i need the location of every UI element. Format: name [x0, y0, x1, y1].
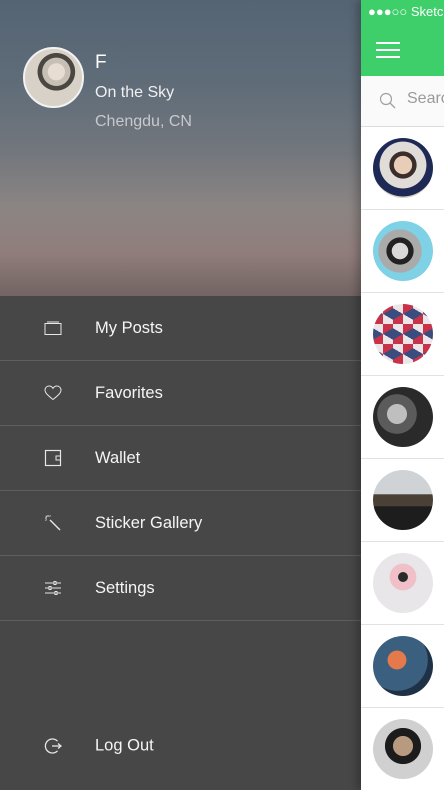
menu-item-label: Sticker Gallery [95, 513, 203, 532]
profile-status: On the Sky [95, 84, 175, 101]
search-input[interactable] [407, 90, 444, 108]
avatar [373, 138, 433, 198]
menu-item-label: Favorites [95, 383, 163, 402]
avatar [373, 636, 433, 696]
list-item[interactable] [361, 293, 444, 376]
menu-item-label: My Posts [95, 318, 163, 337]
magic-wand-icon [44, 514, 62, 532]
avatar[interactable] [23, 47, 84, 108]
menu-item-settings[interactable]: Settings [0, 556, 361, 621]
avatar [373, 304, 433, 364]
sliders-icon [44, 579, 62, 597]
search-icon [379, 92, 397, 110]
avatar [373, 387, 433, 447]
logout-label: Log Out [95, 736, 154, 755]
list-item[interactable] [361, 459, 444, 542]
heart-icon [44, 384, 62, 402]
menu-item-wallet[interactable]: Wallet [0, 426, 361, 491]
menu-item-my-posts[interactable]: My Posts [0, 296, 361, 361]
menu-item-sticker-gallery[interactable]: Sticker Gallery [0, 491, 361, 556]
menu-item-label: Settings [95, 578, 155, 597]
list-item[interactable] [361, 127, 444, 210]
logout-button[interactable]: Log Out [0, 722, 361, 770]
list-item[interactable] [361, 542, 444, 625]
avatar [373, 470, 433, 530]
list-item[interactable] [361, 376, 444, 459]
status-bar: ●●●○○ Sketc [368, 4, 444, 19]
drawer-menu: My Posts Favorites Wallet Sticker Galler… [0, 296, 361, 621]
menu-item-favorites[interactable]: Favorites [0, 361, 361, 426]
menu-item-label: Wallet [95, 448, 141, 467]
posts-icon [44, 319, 62, 337]
logout-icon [44, 737, 63, 755]
side-drawer: F On the Sky Chengdu, CN My Posts Favori… [0, 0, 361, 790]
profile-header: F On the Sky Chengdu, CN [0, 0, 361, 296]
search-bar [361, 76, 444, 127]
avatar [373, 719, 433, 779]
profile-name: F [95, 52, 107, 73]
main-panel[interactable]: ●●●○○ Sketc [361, 0, 444, 790]
list-item[interactable] [361, 708, 444, 790]
avatar [373, 553, 433, 613]
avatar [373, 221, 433, 281]
nav-bar: ●●●○○ Sketc [361, 0, 444, 76]
hamburger-menu-icon[interactable] [376, 42, 400, 58]
wallet-icon [44, 449, 62, 467]
list-item[interactable] [361, 625, 444, 708]
list-item[interactable] [361, 210, 444, 293]
profile-location: Chengdu, CN [95, 113, 192, 130]
